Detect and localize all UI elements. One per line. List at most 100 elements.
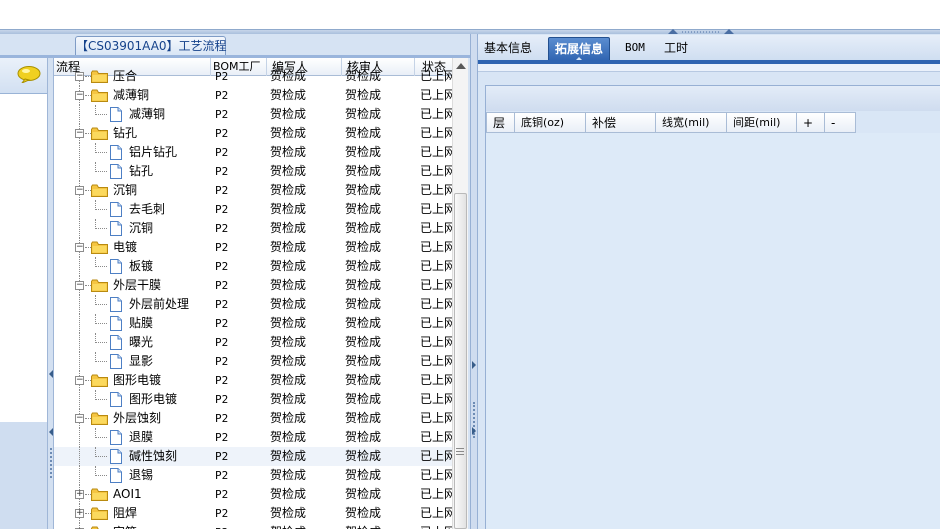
collapse-toggle-icon[interactable]: − — [75, 91, 84, 100]
column-header-compensation[interactable]: 补偿 — [586, 112, 656, 133]
reviewer-cell: 贺检成 — [345, 354, 382, 368]
scrollbar-thumb[interactable] — [454, 193, 467, 529]
folder-icon — [91, 127, 108, 140]
table-row[interactable]: 钻孔 P2 贺检成 贺检成 已上网 — [54, 162, 454, 181]
file-icon — [110, 297, 122, 312]
process-name: 沉铜 — [129, 221, 154, 235]
table-row[interactable]: − 钻孔 P2 贺检成 贺检成 已上网 — [54, 124, 454, 143]
process-name: 去毛刺 — [129, 202, 166, 216]
chat-bubble-icon[interactable] — [17, 66, 41, 83]
table-row[interactable]: 贴膜 P2 贺检成 贺检成 已上网 — [54, 314, 454, 333]
table-row[interactable]: + AOI1 P2 贺检成 贺检成 已上网 — [54, 485, 454, 504]
process-name: 退锡 — [129, 468, 154, 482]
tree-cell: 碱性蚀刻 — [54, 447, 214, 466]
table-row[interactable]: + 阻焊 P2 贺检成 贺检成 已上网 — [54, 504, 454, 523]
tree-cell: + AOI1 — [54, 485, 214, 504]
scroll-up-arrow-icon[interactable] — [456, 63, 466, 69]
table-row[interactable]: 图形电镀 P2 贺检成 贺检成 已上网 — [54, 390, 454, 409]
tab-work-hours[interactable]: 工时 — [658, 37, 694, 61]
table-row[interactable]: − 外层干膜 P2 贺检成 贺检成 已上网 — [54, 276, 454, 295]
table-row[interactable]: 去毛刺 P2 贺检成 贺检成 已上网 — [54, 200, 454, 219]
layer-table-toolbar — [486, 86, 940, 111]
table-row[interactable]: − 图形电镀 P2 贺检成 贺检成 已上网 — [54, 371, 454, 390]
table-row[interactable]: 减薄铜 P2 贺检成 贺检成 已上网 — [54, 105, 454, 124]
status-cell: 已上网 — [420, 411, 454, 425]
tab-bom[interactable]: BOM — [619, 37, 651, 61]
bom-factory-cell: P2 — [215, 203, 229, 216]
tab-extended-info[interactable]: 拓展信息 — [548, 37, 611, 62]
bom-factory-cell: P2 — [215, 374, 229, 387]
reviewer-cell: 贺检成 — [345, 278, 382, 292]
reviewer-cell: 贺检成 — [345, 259, 382, 273]
column-header-layer[interactable]: 层 — [486, 112, 515, 133]
tree-cell: − 减薄铜 — [54, 86, 214, 105]
table-row[interactable]: 板镀 P2 贺检成 贺检成 已上网 — [54, 257, 454, 276]
expand-right-arrow-icon[interactable] — [472, 361, 476, 369]
writer-cell: 贺检成 — [270, 164, 307, 178]
tree-line — [95, 437, 107, 438]
tree-cell: 退锡 — [54, 466, 214, 485]
table-row[interactable]: 外层前处理 P2 贺检成 贺检成 已上网 — [54, 295, 454, 314]
table-row[interactable]: − 外层蚀刻 P2 贺检成 贺检成 已上网 — [54, 409, 454, 428]
table-row[interactable]: 退锡 P2 贺检成 贺检成 已上网 — [54, 466, 454, 485]
table-row[interactable]: − 电镀 P2 贺检成 贺检成 已上网 — [54, 238, 454, 257]
remove-row-button[interactable]: - — [825, 112, 856, 133]
expand-toggle-icon[interactable]: + — [75, 490, 84, 499]
collapse-left-arrow-icon[interactable] — [49, 370, 53, 378]
writer-cell: 贺检成 — [270, 202, 307, 216]
column-header-line-width[interactable]: 线宽(mil) — [656, 112, 727, 133]
table-row[interactable]: − 沉铜 P2 贺检成 贺检成 已上网 — [54, 181, 454, 200]
process-name: 图形电镀 — [113, 373, 162, 387]
table-row[interactable]: − 减薄铜 P2 贺检成 贺检成 已上网 — [54, 86, 454, 105]
collapse-toggle-icon[interactable]: − — [75, 186, 84, 195]
add-row-button[interactable]: + — [797, 112, 825, 133]
table-row[interactable]: 沉铜 P2 贺检成 贺检成 已上网 — [54, 219, 454, 238]
expand-toggle-icon[interactable]: + — [75, 509, 84, 518]
column-header-spacing[interactable]: 间距(mil) — [727, 112, 797, 133]
table-row[interactable]: 退膜 P2 贺检成 贺检成 已上网 — [54, 428, 454, 447]
splitter-grip[interactable] — [50, 448, 52, 478]
reviewer-cell: 贺检成 — [345, 335, 382, 349]
left-splitter[interactable] — [47, 58, 54, 529]
bom-factory-cell: P2 — [215, 507, 229, 520]
collapse-toggle-icon[interactable]: − — [75, 243, 84, 252]
folder-icon — [91, 184, 108, 197]
reviewer-cell: 贺检成 — [345, 221, 382, 235]
tree-cell: − 钻孔 — [54, 124, 214, 143]
table-row[interactable]: 铝片钻孔 P2 贺检成 贺检成 已上网 — [54, 143, 454, 162]
collapse-toggle-icon[interactable]: − — [75, 376, 84, 385]
collapse-toggle-icon[interactable]: − — [75, 72, 84, 81]
reviewer-cell: 贺检成 — [345, 373, 382, 387]
collapse-toggle-icon[interactable]: − — [75, 129, 84, 138]
status-cell: 已上网 — [420, 145, 454, 159]
table-row[interactable]: +字符P2贺检成贺检成已上网 — [54, 523, 454, 529]
status-cell: 已上网 — [420, 240, 454, 254]
collapse-toggle-icon[interactable]: − — [75, 414, 84, 423]
table-row[interactable]: 曝光 P2 贺检成 贺检成 已上网 — [54, 333, 454, 352]
reviewer-cell: 贺检成 — [345, 145, 382, 159]
tree-cell: 板镀 — [54, 257, 214, 276]
grid-vertical-scrollbar[interactable] — [452, 58, 468, 529]
table-row[interactable]: 显影 P2 贺检成 贺检成 已上网 — [54, 352, 454, 371]
collapse-toggle-icon[interactable]: − — [75, 281, 84, 290]
middle-splitter[interactable] — [470, 34, 478, 529]
column-header-base-copper[interactable]: 底铜(oz) — [515, 112, 586, 133]
tab-basic-info[interactable]: 基本信息 — [478, 37, 538, 61]
writer-cell: 贺检成 — [270, 145, 307, 159]
writer-cell: 贺检成 — [270, 468, 307, 482]
process-name: 板镀 — [129, 259, 154, 273]
tree-cell: + 阻焊 — [54, 504, 214, 523]
expand-right-arrow-icon-bottom[interactable] — [472, 427, 476, 435]
reviewer-cell: 贺检成 — [345, 392, 382, 406]
tree-line — [79, 105, 80, 124]
status-cell: 已上网 — [420, 316, 454, 330]
table-row[interactable]: 碱性蚀刻 P2 贺检成 贺检成 已上网 — [54, 447, 454, 466]
collapse-left-arrow-icon-bottom[interactable] — [49, 428, 53, 436]
document-tab[interactable]: 【CS03901AA0】工艺流程 — [75, 36, 227, 56]
tree-line — [95, 456, 107, 457]
tree-cell: 外层前处理 — [54, 295, 214, 314]
tree-cell: 铝片钻孔 — [54, 143, 214, 162]
tree-cell: 退膜 — [54, 428, 214, 447]
folder-icon — [91, 374, 108, 387]
table-row[interactable]: − 压合 P2 贺检成 贺检成 已上网 — [54, 67, 454, 86]
